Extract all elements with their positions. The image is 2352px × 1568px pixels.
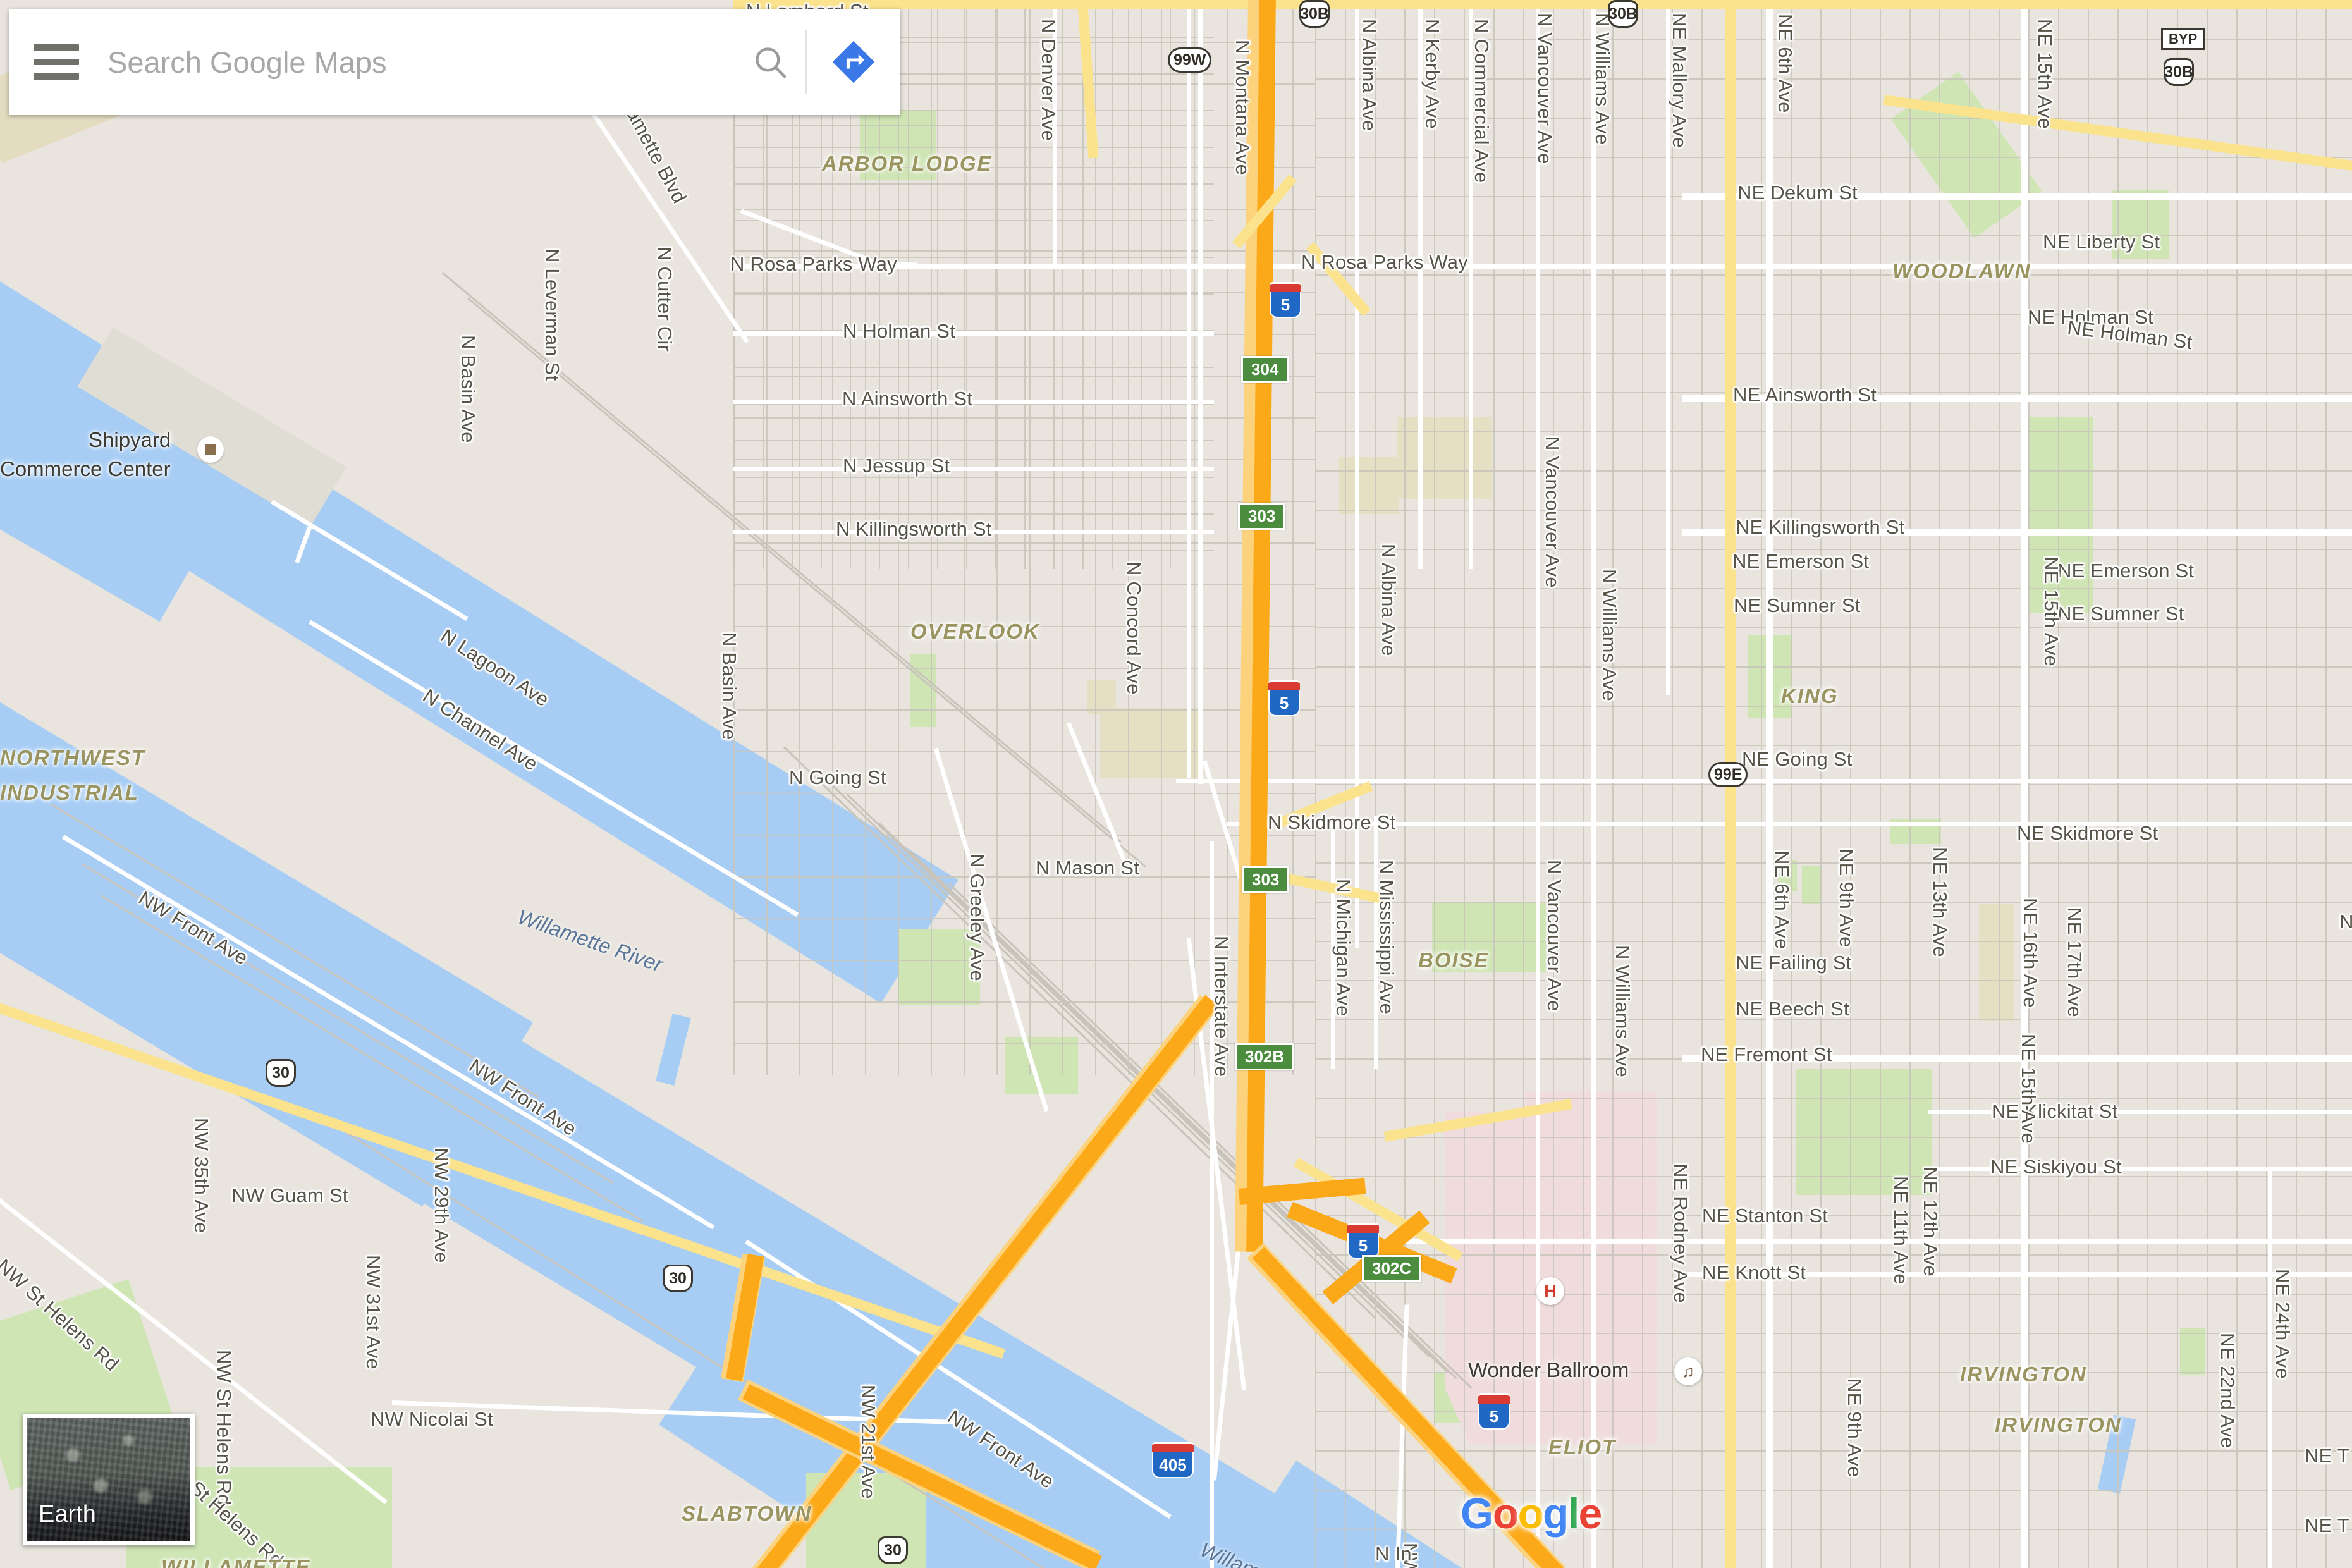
search-icon[interactable] — [735, 9, 805, 115]
poi-label[interactable]: Shipyard — [89, 428, 171, 452]
menu-bar-2 — [34, 59, 79, 65]
search-input[interactable]: Search Google Maps — [104, 9, 735, 115]
map-pois-layer: Shipyard Commerce Center Wonder Ballroom — [0, 0, 2352, 1568]
poi-label[interactable]: Commerce Center — [0, 457, 171, 481]
earth-toggle-label: Earth — [39, 1501, 96, 1528]
google-maps-app: N Lombard StN Rosa Parks WayN Rosa Parks… — [0, 0, 2352, 1568]
poi-label[interactable]: Wonder Ballroom — [1468, 1358, 1629, 1382]
building-icon[interactable] — [197, 436, 224, 463]
map-canvas[interactable]: N Lombard StN Rosa Parks WayN Rosa Parks… — [0, 0, 2352, 1568]
menu-bar-3 — [34, 73, 79, 80]
earth-satellite-toggle[interactable]: Earth — [23, 1414, 195, 1545]
hospital-icon[interactable]: H — [1536, 1277, 1564, 1305]
hamburger-menu-icon[interactable] — [9, 9, 104, 115]
directions-diamond-icon[interactable] — [807, 9, 900, 115]
menu-bar-1 — [34, 44, 79, 51]
music-note-icon[interactable]: ♫ — [1674, 1357, 1702, 1385]
search-bar: Search Google Maps — [9, 9, 900, 115]
